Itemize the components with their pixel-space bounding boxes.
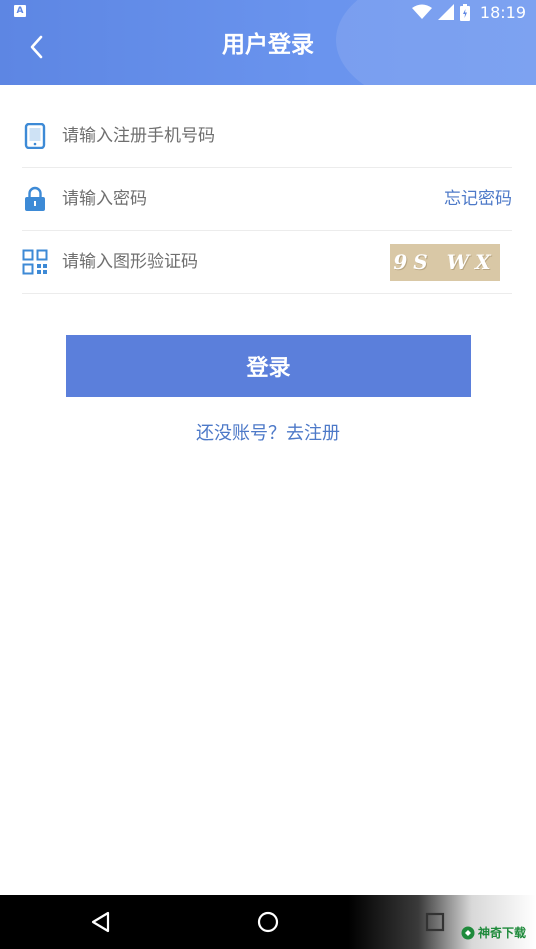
captcha-row: 9S WX bbox=[22, 231, 512, 294]
qr-code-icon bbox=[22, 249, 48, 275]
phone-input[interactable] bbox=[62, 122, 362, 150]
watermark-text: 神奇下载 bbox=[477, 926, 526, 940]
register-prompt: 还没账号？去注册 bbox=[0, 421, 536, 447]
register-link[interactable]: 去注册 bbox=[286, 423, 340, 444]
status-time: 18:19 bbox=[479, 2, 526, 22]
phone-icon bbox=[24, 123, 46, 149]
wifi-icon bbox=[411, 4, 432, 19]
status-bar: A 18:19 bbox=[0, 0, 536, 24]
page-title: 用户登录 bbox=[222, 32, 314, 58]
password-row: 忘记密码 bbox=[22, 168, 512, 231]
status-right-cluster: 18:19 bbox=[411, 2, 526, 22]
notification-app-icon: A bbox=[14, 5, 26, 17]
nav-home-icon[interactable] bbox=[253, 907, 283, 937]
forgot-password-link[interactable]: 忘记密码 bbox=[444, 187, 512, 211]
battery-icon bbox=[459, 3, 470, 21]
watermark: 神奇下载 bbox=[461, 924, 526, 941]
app-header: A 18:19 用户登录 bbox=[0, 0, 536, 85]
login-button[interactable]: 登录 bbox=[66, 335, 471, 397]
password-input[interactable] bbox=[62, 185, 362, 213]
system-nav-bar bbox=[0, 895, 536, 949]
watermark-logo-icon bbox=[461, 926, 475, 939]
nav-recents-icon[interactable] bbox=[420, 907, 450, 937]
login-form: 忘记密码 9S WX bbox=[22, 105, 512, 294]
captcha-image[interactable]: 9S WX bbox=[390, 244, 500, 281]
captcha-input[interactable] bbox=[62, 248, 362, 276]
nav-back-icon[interactable] bbox=[86, 907, 116, 937]
phone-row bbox=[22, 105, 512, 168]
register-prompt-text[interactable]: 还没账号？ bbox=[196, 423, 286, 444]
cellular-signal-icon bbox=[437, 4, 454, 20]
lock-icon bbox=[25, 186, 45, 211]
